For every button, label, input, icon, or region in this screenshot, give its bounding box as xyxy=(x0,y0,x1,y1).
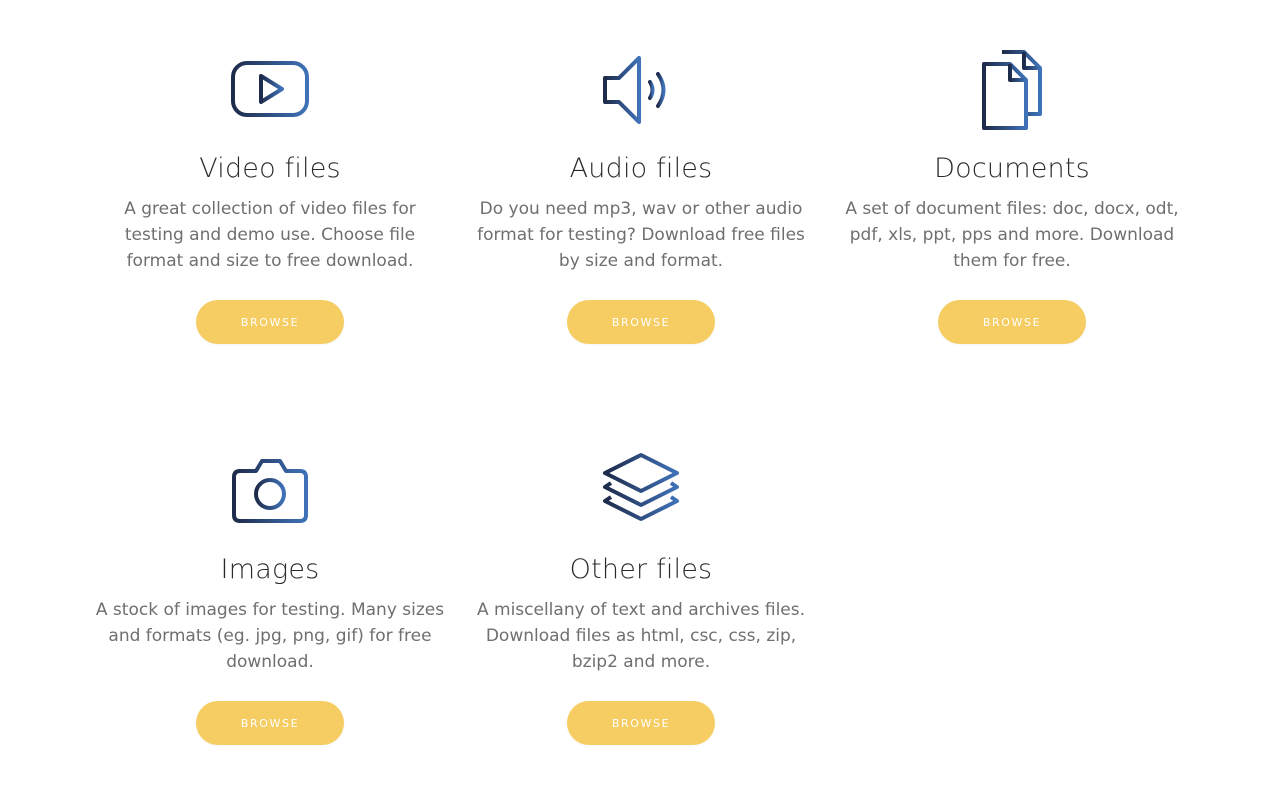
speaker-audio-icon xyxy=(593,42,689,138)
layers-icon xyxy=(593,443,689,539)
card-title: Audio files xyxy=(569,153,713,184)
documents-icon xyxy=(964,42,1060,138)
card-title: Other files xyxy=(569,554,713,585)
card-documents: Documents A set of document files: doc, … xyxy=(832,42,1192,362)
browse-documents-button[interactable]: BROWSE xyxy=(938,300,1086,344)
card-audio-files: Audio files Do you need mp3, wav or othe… xyxy=(461,42,821,362)
card-other-files: Other files A miscellany of text and arc… xyxy=(461,443,821,763)
card-description: A stock of images for testing. Many size… xyxy=(95,600,445,672)
card-description: A miscellany of text and archives files.… xyxy=(476,600,806,672)
browse-images-button[interactable]: BROWSE xyxy=(196,701,344,745)
card-title: Video files xyxy=(199,153,341,184)
file-categories-page: Video files A great collection of video … xyxy=(0,0,1280,802)
card-title: Documents xyxy=(934,153,1090,184)
browse-video-button[interactable]: BROWSE xyxy=(196,300,344,344)
card-description: A set of document files: doc, docx, odt,… xyxy=(845,199,1179,271)
card-video-files: Video files A great collection of video … xyxy=(90,42,450,362)
browse-other-files-button[interactable]: BROWSE xyxy=(567,701,715,745)
browse-audio-button[interactable]: BROWSE xyxy=(567,300,715,344)
card-description: Do you need mp3, wav or other audio form… xyxy=(477,199,805,271)
card-description: A great collection of video files for te… xyxy=(124,199,416,271)
card-title: Images xyxy=(220,554,320,585)
camera-icon xyxy=(222,443,318,539)
play-video-icon xyxy=(222,42,318,138)
card-images: Images A stock of images for testing. Ma… xyxy=(90,443,450,763)
